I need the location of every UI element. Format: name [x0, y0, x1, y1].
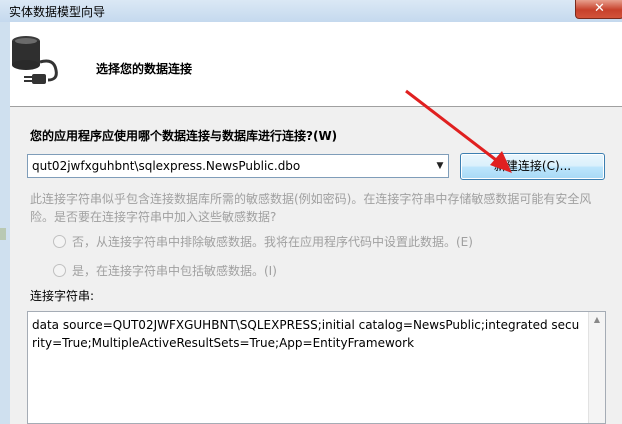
title-bar: 实体数据模型向导 ✕ — [0, 0, 622, 22]
radio-exclude-sensitive[interactable]: 否，从连接字符串中排除敏感数据。我将在应用程序代码中设置此数据。(E) — [53, 233, 473, 249]
vertical-scrollbar[interactable]: ▲ — [588, 312, 605, 423]
radio-include-label: 是，在连接字符串中包括敏感数据。(I) — [72, 264, 277, 278]
radio-button-icon[interactable] — [53, 264, 66, 277]
database-plug-icon — [12, 36, 58, 84]
wizard-header: 选择您的数据连接 — [10, 22, 622, 107]
sensitive-note-line-2: 险。是否要在连接字符串中加入这些敏感数据? — [30, 210, 277, 224]
connection-string-label: 连接字符串: — [30, 289, 95, 303]
connection-dropdown-value: qut02jwfxguhbnt\sqlexpress.NewsPublic.db… — [32, 159, 301, 173]
connection-question-label: 您的应用程序应使用哪个数据连接与数据库进行连接?(W) — [30, 129, 338, 143]
sensitive-data-note: 此连接字符串似乎包含连接数据库所需的敏感数据(例如密码)。在连接字符串中存储敏感… — [30, 190, 610, 226]
annotation-arrow-icon — [405, 89, 512, 173]
connection-string-text: data source=QUT02JWFXGUHBNT\SQLEXPRESS;i… — [32, 318, 580, 350]
radio-exclude-label: 否，从连接字符串中排除敏感数据。我将在应用程序代码中设置此数据。(E) — [72, 235, 473, 249]
wizard-body: 您的应用程序应使用哪个数据连接与数据库进行连接?(W) qut02jwfxguh… — [10, 107, 622, 424]
sensitive-note-line-1: 此连接字符串似乎包含连接数据库所需的敏感数据(例如密码)。在连接字符串中存储敏感… — [30, 192, 592, 206]
side-edge-mark — [0, 228, 6, 240]
window-title: 实体数据模型向导 — [9, 5, 106, 19]
connection-string-box[interactable]: data source=QUT02JWFXGUHBNT\SQLEXPRESS;i… — [27, 311, 606, 424]
radio-include-sensitive[interactable]: 是，在连接字符串中包括敏感数据。(I) — [53, 262, 277, 278]
close-button[interactable]: ✕ — [575, 0, 622, 19]
connection-dropdown[interactable]: qut02jwfxguhbnt\sqlexpress.NewsPublic.db… — [27, 154, 449, 178]
radio-button-icon[interactable] — [53, 235, 66, 248]
close-icon: ✕ — [594, 1, 605, 16]
page-title: 选择您的数据连接 — [96, 62, 193, 76]
scroll-up-icon[interactable]: ▲ — [589, 312, 605, 328]
